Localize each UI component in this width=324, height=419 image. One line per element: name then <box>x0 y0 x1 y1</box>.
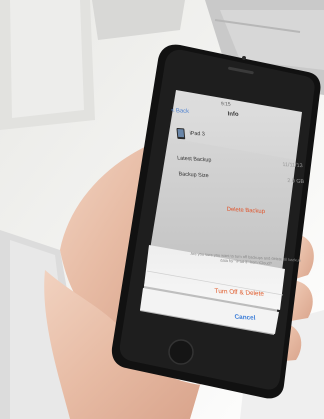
cancel-button[interactable]: Cancel <box>234 314 256 322</box>
backup-size-row: Backup Size 2.0 GB <box>176 171 304 188</box>
row-label: Latest Backup <box>177 155 212 164</box>
navigation-bar: < Back Info <box>171 108 299 126</box>
row-label: Backup Size <box>178 171 209 180</box>
phone-screen: 9:15 < Back Info iPad 3 Latest Backup 11… <box>170 100 324 357</box>
device-row: iPad 3 <box>176 127 295 147</box>
back-button[interactable]: < Back <box>171 108 190 115</box>
delete-backup-button[interactable]: Delete Backup <box>226 207 265 215</box>
nav-title: Info <box>227 111 239 118</box>
device-name: iPad 3 <box>189 130 206 138</box>
latest-backup-row: Latest Backup 11/11/13 <box>175 155 303 172</box>
photo-scene: 9:15 < Back Info iPad 3 Latest Backup 11… <box>0 0 324 419</box>
action-sheet-message: Are you sure you want to turn off backup… <box>190 250 302 266</box>
ipad-icon <box>176 127 186 140</box>
status-time: 9:15 <box>220 101 231 108</box>
row-value: 2.0 GB <box>287 178 305 186</box>
turn-off-delete-button[interactable]: Turn Off & Delete <box>214 288 264 298</box>
row-value: 11/11/13 <box>282 162 303 170</box>
